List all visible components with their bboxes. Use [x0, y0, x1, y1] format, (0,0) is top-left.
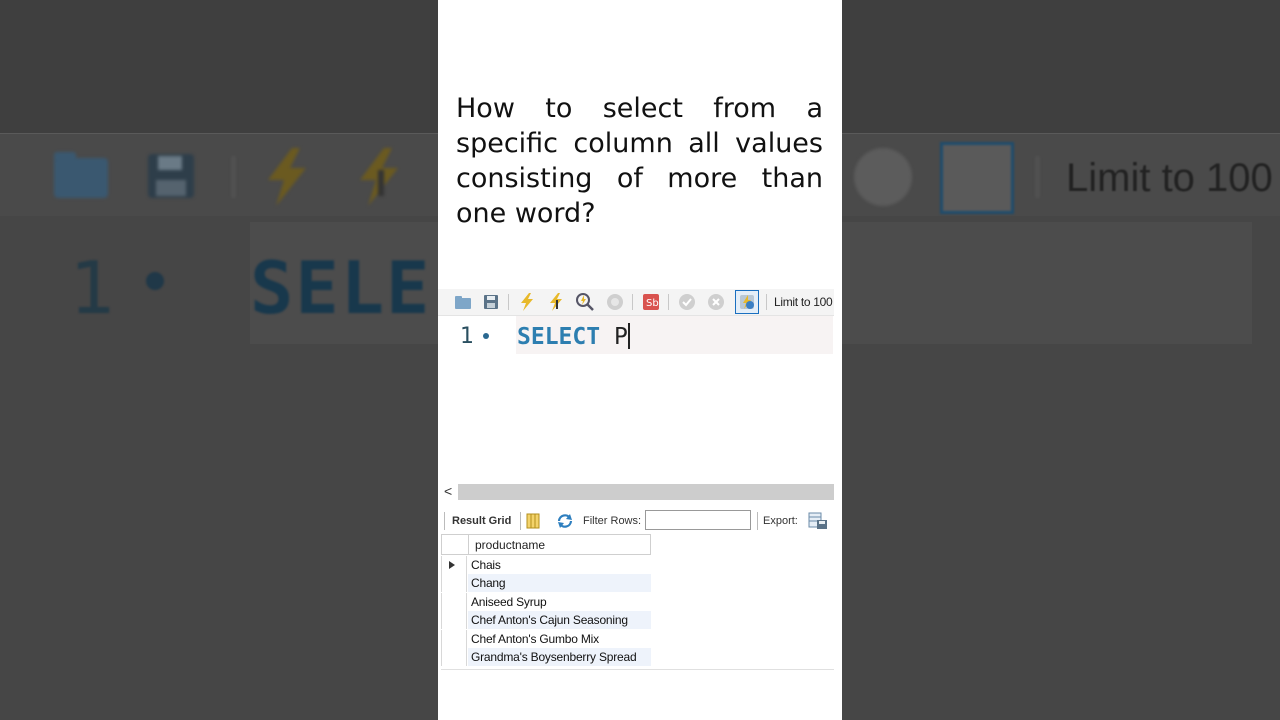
export-label: Export: — [763, 515, 798, 527]
line-marker — [483, 333, 489, 339]
autocommit-icon[interactable] — [735, 290, 759, 314]
bg-save-icon — [148, 154, 194, 198]
svg-text:Sb: Sb — [646, 298, 659, 309]
scroll-left-icon[interactable]: < — [444, 483, 452, 499]
horizontal-scrollbar[interactable]: < — [438, 483, 834, 500]
table-cell[interactable]: Chef Anton's Cajun Seasoning — [471, 613, 628, 627]
table-cell[interactable]: Chais — [471, 558, 501, 572]
table-row[interactable]: Chef Anton's Cajun Seasoning — [441, 611, 651, 629]
sql-toolbar: Sb Limit to 100 — [438, 289, 834, 316]
sql-editor[interactable]: 1 SELECT P — [438, 316, 834, 484]
table-row[interactable]: Grandma's Boysenberry Spread — [441, 648, 651, 666]
bg-execute-icon — [268, 148, 306, 206]
sql-typed-text: P — [613, 324, 628, 350]
table-row[interactable]: Chais — [441, 556, 651, 574]
limit-rows-select[interactable]: Limit to 100 — [774, 295, 833, 309]
sql-code-line[interactable]: SELECT P — [517, 323, 630, 350]
table-cell[interactable]: Aniseed Syrup — [471, 595, 547, 609]
filter-rows-label: Filter Rows: — [583, 515, 642, 527]
rollback-icon[interactable] — [706, 292, 726, 312]
filter-rows-input[interactable] — [645, 510, 751, 530]
refresh-icon[interactable] — [556, 513, 574, 534]
result-toolbar: Result Grid Filter Rows: Export: — [438, 508, 834, 534]
table-row[interactable]: Chang — [441, 574, 651, 592]
explain-icon[interactable] — [575, 292, 595, 312]
toggle-error-icon[interactable]: Sb — [641, 292, 661, 312]
result-grid-tab[interactable]: Result Grid — [452, 515, 511, 527]
save-icon[interactable] — [481, 292, 501, 312]
stop-icon[interactable] — [605, 292, 625, 312]
result-grid: productname Chais Chang Aniseed Syrup Ch… — [441, 534, 834, 670]
text-caret — [627, 323, 630, 349]
grid-header: productname — [441, 534, 651, 555]
column-header-productname[interactable]: productname — [475, 538, 545, 552]
bg-autocommit-icon — [940, 142, 1014, 214]
commit-icon[interactable] — [677, 292, 697, 312]
folder-icon[interactable] — [453, 292, 473, 312]
grid-layout-icon[interactable] — [526, 513, 540, 534]
line-number: 1 — [460, 324, 474, 349]
table-cell[interactable]: Chang — [471, 576, 506, 590]
bg-limit-label: Limit to 100 — [1066, 156, 1273, 200]
sql-keyword: SELECT — [517, 324, 601, 350]
bg-line-number: 1 — [70, 246, 116, 330]
video-panel: How to select from a specific column all… — [438, 0, 842, 720]
scrollbar-track[interactable] — [458, 484, 834, 500]
table-row[interactable]: Chef Anton's Gumbo Mix — [441, 630, 651, 648]
execute-current-icon[interactable] — [546, 292, 566, 312]
execute-icon[interactable] — [517, 292, 537, 312]
question-text: How to select from a specific column all… — [456, 93, 823, 229]
bg-execute-current-icon — [360, 148, 398, 206]
table-cell[interactable]: Chef Anton's Gumbo Mix — [471, 632, 599, 646]
table-cell[interactable]: Grandma's Boysenberry Spread — [471, 650, 637, 664]
export-icon[interactable] — [808, 512, 828, 535]
bg-keyword: SELE — [250, 246, 432, 330]
bg-folder-icon — [54, 152, 108, 198]
current-row-icon — [449, 561, 455, 569]
bg-rollback-icon — [854, 148, 912, 206]
table-row[interactable]: Aniseed Syrup — [441, 593, 651, 611]
